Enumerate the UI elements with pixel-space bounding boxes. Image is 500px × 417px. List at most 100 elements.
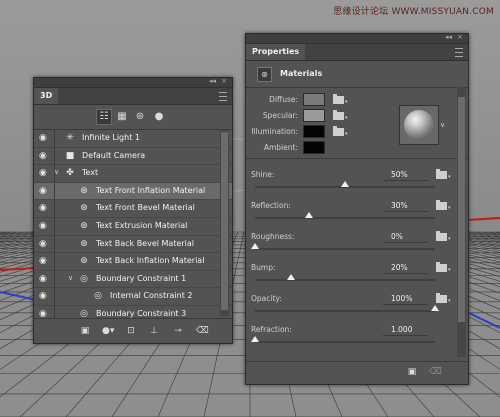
properties-scrollbar[interactable] (457, 87, 466, 357)
chevron-down-icon[interactable]: ▾ (448, 205, 451, 211)
collapse-icon[interactable]: ◂◂ (209, 77, 216, 85)
value-underline (383, 242, 428, 243)
layer-label: Boundary Constraint 1 (96, 273, 187, 283)
folder-icon[interactable] (333, 110, 344, 120)
panel-bottom-bar: ▣ ●▾ ⊡ ⊥ ⊸ ⌫ (34, 318, 232, 343)
trash-icon[interactable]: ⌫ (429, 366, 442, 378)
chevron-down-icon[interactable]: ▾ (345, 131, 348, 137)
layer-row[interactable]: ◉ ■ Default Camera (34, 147, 232, 166)
color-swatch[interactable] (303, 141, 325, 154)
layer-label: Internal Constraint 2 (110, 291, 193, 301)
scrollbar-thumb[interactable] (458, 97, 465, 322)
folder-icon[interactable] (333, 126, 344, 136)
property-value[interactable]: 100% (391, 294, 412, 303)
add-light-icon[interactable]: ●▾ (102, 325, 114, 337)
chevron-down-icon[interactable]: ▾ (448, 236, 451, 242)
eye-icon[interactable]: ◉ (39, 292, 50, 301)
chevron-down-icon[interactable]: ∨ (54, 168, 59, 176)
slider-track[interactable] (255, 279, 435, 281)
slider-thumb[interactable] (251, 336, 259, 342)
layer-row[interactable]: ◉ ⊛ Text Back Inflation Material (34, 253, 232, 271)
folder-icon[interactable] (436, 200, 447, 210)
layer-row[interactable]: ◉ ⊛ Text Front Inflation Material (34, 182, 232, 201)
property-value[interactable]: 20% (391, 263, 408, 272)
trash-icon[interactable]: ⌫ (196, 325, 209, 337)
slider-thumb[interactable] (251, 243, 259, 249)
material-filter-icon[interactable]: ⊛ (133, 110, 147, 124)
chevron-down-icon[interactable]: ▾ (345, 99, 348, 105)
scrollbar-thumb[interactable] (221, 132, 228, 310)
slider-thumb[interactable] (341, 181, 349, 187)
layer-row[interactable]: ◉ ✳ Infinite Light 1 (34, 130, 232, 148)
eye-icon[interactable]: ◉ (39, 274, 50, 283)
layer-scrollbar[interactable] (220, 130, 229, 316)
layer-row[interactable]: ◉ ∨ ✤ Text (34, 165, 232, 183)
chevron-down-icon[interactable]: ∨ (440, 121, 445, 129)
render-icon[interactable]: ▣ (79, 325, 91, 337)
panel-menu-icon[interactable] (455, 48, 463, 57)
material-preview[interactable] (399, 105, 439, 145)
constraint-add-icon[interactable]: ⊸ (172, 325, 184, 337)
color-swatch[interactable] (303, 109, 325, 122)
ground-icon[interactable]: ⊥ (148, 325, 160, 337)
mesh-filter-icon[interactable]: ▦ (115, 110, 129, 124)
scene-filter-icon[interactable]: ☷ (96, 109, 112, 125)
chevron-down-icon[interactable]: ▾ (448, 267, 451, 273)
close-icon[interactable]: × (457, 33, 463, 41)
color-swatch[interactable] (303, 93, 325, 106)
tab-3d[interactable]: 3D (34, 88, 59, 104)
chevron-down-icon[interactable]: ▾ (345, 115, 348, 121)
property-value[interactable]: 30% (391, 201, 408, 210)
eye-icon[interactable]: ◉ (39, 186, 50, 195)
eye-icon[interactable]: ◉ (39, 221, 50, 230)
panel-titlebar[interactable]: ◂◂ × (34, 77, 232, 88)
eye-icon[interactable]: ◉ (39, 204, 50, 213)
color-swatch[interactable] (303, 125, 325, 138)
folder-icon[interactable] (333, 94, 344, 104)
eye-icon[interactable]: ◉ (39, 239, 50, 248)
property-value[interactable]: 1.000 (391, 325, 412, 334)
slider-thumb[interactable] (431, 305, 439, 311)
eye-icon[interactable]: ◉ (39, 151, 50, 160)
layer-row[interactable]: ◉ ◎ Internal Constraint 2 (34, 288, 232, 306)
chevron-down-icon[interactable]: ▾ (448, 174, 451, 180)
material-icon: ⊛ (80, 220, 88, 231)
eye-icon[interactable]: ◉ (39, 309, 50, 318)
slider-track[interactable] (255, 248, 435, 250)
eye-icon[interactable]: ◉ (39, 169, 50, 178)
slider-track[interactable] (255, 217, 435, 219)
panel-menu-icon[interactable] (219, 92, 227, 101)
material-icon: ⊛ (257, 67, 272, 82)
folder-icon[interactable] (436, 293, 447, 303)
panel-titlebar[interactable]: ◂◂ × (246, 33, 468, 44)
close-icon[interactable]: × (221, 77, 227, 85)
material-row-label: Ambient: (263, 143, 298, 152)
slider-thumb[interactable] (287, 274, 295, 280)
property-value[interactable]: 50% (391, 170, 408, 179)
chevron-down-icon[interactable]: ▾ (448, 298, 451, 304)
property-label: Opacity: (251, 294, 282, 303)
folder-icon[interactable] (436, 231, 447, 241)
eye-icon[interactable]: ◉ (39, 134, 50, 143)
property-label: Refraction: (251, 325, 292, 334)
eye-icon[interactable]: ◉ (39, 257, 50, 266)
slider-track[interactable] (255, 310, 435, 312)
layer-row[interactable]: ◉ ∨ ◎ Boundary Constraint 1 (34, 270, 232, 289)
tab-properties[interactable]: Properties (246, 44, 306, 60)
slider-thumb[interactable] (305, 212, 313, 218)
collapse-icon[interactable]: ◂◂ (445, 33, 452, 41)
folder-icon[interactable] (436, 262, 447, 272)
slider-track[interactable] (255, 341, 435, 343)
add-material-icon[interactable]: ⊡ (125, 325, 137, 337)
material-row-label: Illumination: (251, 127, 298, 136)
material-icon: ⊛ (80, 238, 88, 249)
material-icon: ⊛ (80, 185, 88, 196)
layer-row[interactable]: ◉ ⊛ Text Front Bevel Material (34, 200, 232, 218)
chevron-down-icon[interactable]: ∨ (68, 274, 73, 282)
property-value[interactable]: 0% (391, 232, 403, 241)
layer-row[interactable]: ◉ ⊛ Text Back Bevel Material (34, 235, 232, 254)
folder-icon[interactable] (436, 169, 447, 179)
light-filter-icon[interactable]: ● (152, 110, 166, 124)
layer-row[interactable]: ◉ ⊛ Text Extrusion Material (34, 217, 232, 236)
render-icon[interactable]: ▣ (406, 366, 418, 378)
